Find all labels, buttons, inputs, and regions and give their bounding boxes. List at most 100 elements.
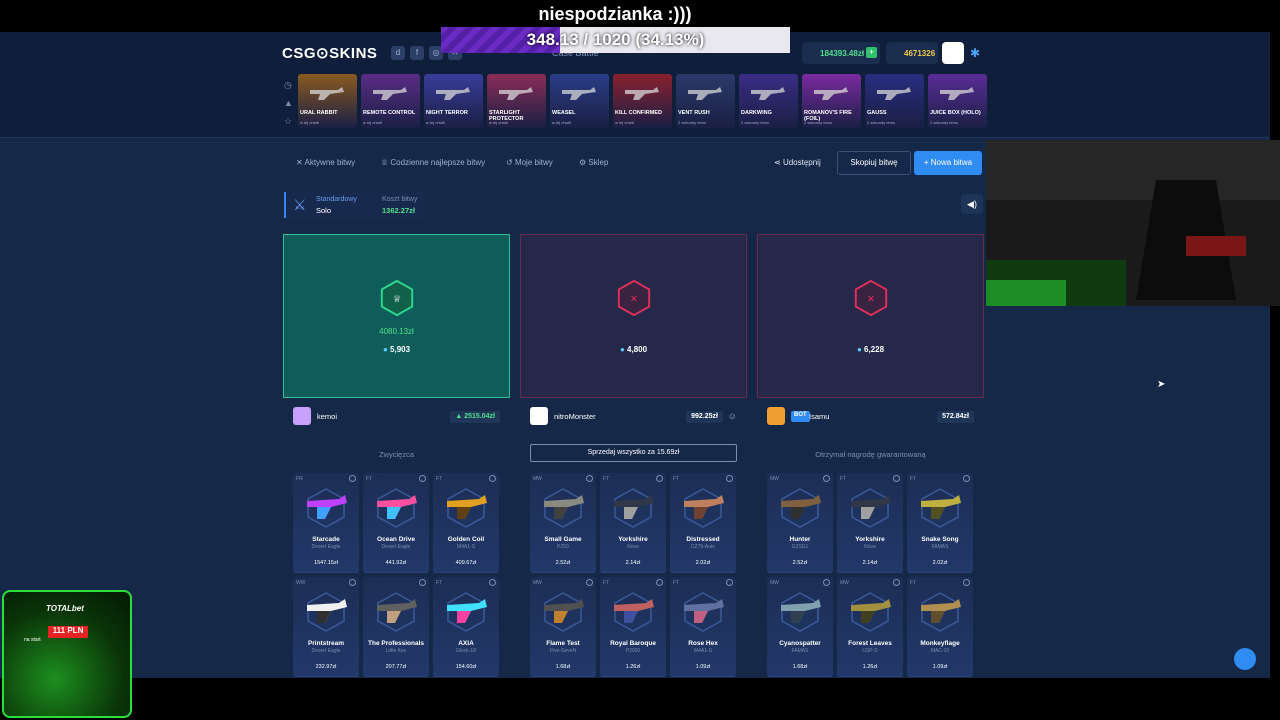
item-image: [307, 488, 347, 528]
totalbet-amount: 111 PLN: [48, 626, 88, 638]
thumb-icon[interactable]: ▲: [284, 94, 294, 112]
item-name: Yorkshire: [618, 536, 648, 543]
item-card[interactable]: MW Small Game P250 2.52zł: [530, 473, 596, 573]
item-weapon: Desert Eagle: [311, 544, 341, 550]
lost-hex-icon: ✕: [617, 279, 651, 317]
item-card[interactable]: FT Snake Song FAMAS 2.02zł: [907, 473, 973, 573]
item-name: Yorkshire: [855, 536, 885, 543]
item-price: 1.68zł: [792, 664, 808, 670]
item-card[interactable]: WW Printstream Desert Eagle 232.97zł: [293, 577, 359, 677]
player-name[interactable]: nitroMonster: [554, 412, 596, 421]
case-card[interactable]: KILL CONFIRMED w tej chwili: [613, 74, 672, 128]
balance-coins[interactable]: 4671326: [886, 42, 938, 64]
player-value: 572.84zł: [937, 411, 974, 423]
copy-battle-button[interactable]: Skopiuj bitwę: [837, 151, 911, 175]
gear-icon[interactable]: ✱: [970, 46, 980, 60]
tab-shop[interactable]: ⚙ Sklep: [579, 158, 608, 167]
live-drops-strip: URAL RABBIT w tej chwili REMOTE CONTROL w t…: [298, 74, 988, 128]
item-price: 1.26zł: [625, 664, 641, 670]
discord-icon[interactable]: d: [391, 46, 405, 60]
trophy-hex-icon: ♕: [380, 279, 414, 317]
select-checkbox[interactable]: [489, 579, 496, 586]
item-card[interactable]: FT Yorkshire Nova 2.14zł: [600, 473, 666, 573]
case-card[interactable]: JUICE BOX (HOLO) 2 sekundy temu: [928, 74, 987, 128]
item-card[interactable]: MW Hunter G3SG1 2.52zł: [767, 473, 833, 573]
select-checkbox[interactable]: [656, 579, 663, 586]
item-card[interactable]: FT AXIA Glock-18 154.60zł: [433, 577, 499, 677]
case-time: 2 sekundy temu: [867, 120, 896, 125]
avatar[interactable]: [293, 407, 311, 425]
item-card[interactable]: The Professionals Little Kev 207.77zł: [363, 577, 429, 677]
item-card[interactable]: FT Rose Hex M4A1-S 1.09zł: [670, 577, 736, 677]
item-card[interactable]: MW Forest Leaves USP-S 1.26zł: [837, 577, 903, 677]
deposit-plus-button[interactable]: +: [866, 47, 877, 58]
item-card[interactable]: MW Flame Test Five-SeveN 1.68zł: [530, 577, 596, 677]
case-card[interactable]: STARLIGHT PROTECTOR w tej chwili: [487, 74, 546, 128]
select-checkbox[interactable]: [419, 475, 426, 482]
tab-daily-best[interactable]: ♕ Codzienne najlepsze bitwy: [381, 158, 485, 167]
select-checkbox[interactable]: [893, 475, 900, 482]
case-time: w tej chwili: [615, 120, 635, 125]
case-card[interactable]: GAUSS 2 sekundy temu: [865, 74, 924, 128]
select-checkbox[interactable]: [586, 475, 593, 482]
select-checkbox[interactable]: [963, 475, 970, 482]
select-checkbox[interactable]: [963, 579, 970, 586]
item-card[interactable]: FT Monkeyflage MAC-10 1.09zł: [907, 577, 973, 677]
facebook-icon[interactable]: f: [410, 46, 424, 60]
item-price: 2.02zł: [932, 560, 948, 566]
item-card[interactable]: FT Golden Coil M4A1-S 409.67zł: [433, 473, 499, 573]
avatar[interactable]: [530, 407, 548, 425]
item-card[interactable]: FT Yorkshire Nova 2.14zł: [837, 473, 903, 573]
item-card[interactable]: FT Ocean Drive Desert Eagle 441.92zł: [363, 473, 429, 573]
case-card[interactable]: VENT RUSH 2 sekundy temu: [676, 74, 735, 128]
select-checkbox[interactable]: [823, 579, 830, 586]
select-checkbox[interactable]: [656, 475, 663, 482]
sound-toggle-button[interactable]: ◀): [961, 194, 983, 214]
case-card[interactable]: WEASEL w tej chwili: [550, 74, 609, 128]
select-checkbox[interactable]: [726, 475, 733, 482]
tab-active-battles[interactable]: ✕ Aktywne bitwy: [296, 158, 355, 167]
player-2-row: nitroMonster 992.25zł ☺: [520, 402, 747, 430]
select-checkbox[interactable]: [586, 579, 593, 586]
select-checkbox[interactable]: [419, 579, 426, 586]
new-battle-button[interactable]: + Nowa bitwa: [914, 151, 982, 175]
select-checkbox[interactable]: [489, 475, 496, 482]
select-checkbox[interactable]: [823, 475, 830, 482]
wear-badge: WW: [296, 580, 306, 586]
star-icon[interactable]: ☆: [284, 112, 294, 130]
user-avatar[interactable]: [942, 42, 964, 64]
item-card[interactable]: MW Cyanospatter FAMAS 1.68zł: [767, 577, 833, 677]
site-logo[interactable]: CSG⊙SKINS: [282, 44, 377, 62]
stream-goal-progress: 348.13 / 1020 (34.13%): [441, 27, 790, 53]
item-price: 1.09zł: [932, 664, 948, 670]
clock-icon[interactable]: ◷: [284, 76, 294, 94]
select-checkbox[interactable]: [726, 579, 733, 586]
gem-icon: ●: [382, 345, 391, 354]
select-checkbox[interactable]: [349, 579, 356, 586]
item-card[interactable]: FT Royal Baroque P2000 1.26zł: [600, 577, 666, 677]
smile-icon[interactable]: ☺: [728, 411, 737, 421]
item-card[interactable]: FN Starcade Desert Eagle 1547.15zł: [293, 473, 359, 573]
svg-text:✕: ✕: [630, 294, 638, 305]
case-card[interactable]: DARKWING 2 sekundy temu: [739, 74, 798, 128]
sell-all-button[interactable]: Sprzedaj wszystko za 15.69zł: [530, 444, 737, 462]
case-card[interactable]: NIGHT TERROR w tej chwili: [424, 74, 483, 128]
item-weapon: Nova: [864, 544, 876, 550]
case-card[interactable]: ROMANOV'S FIRE (FOIL) 2 sekundy temu: [802, 74, 861, 128]
share-button[interactable]: ⋖ Udostępnij: [774, 158, 821, 167]
player-name[interactable]: Isamu: [809, 412, 829, 421]
player-name[interactable]: kemoi: [317, 412, 337, 421]
select-checkbox[interactable]: [893, 579, 900, 586]
case-card[interactable]: REMOTE CONTROL w tej chwili: [361, 74, 420, 128]
chat-bubble-button[interactable]: [1234, 648, 1256, 670]
case-name: KILL CONFIRMED: [615, 110, 662, 116]
item-card[interactable]: FT Distressed CZ75-Auto 2.02zł: [670, 473, 736, 573]
tab-my-battles[interactable]: ↺ Moje bitwy: [506, 158, 553, 167]
avatar[interactable]: [767, 407, 785, 425]
case-name: REMOTE CONTROL: [363, 110, 416, 116]
wear-badge: FT: [673, 476, 680, 482]
stream-bottom-bar: [0, 678, 1280, 720]
case-weapon-image: [499, 87, 533, 100]
select-checkbox[interactable]: [349, 475, 356, 482]
case-card[interactable]: URAL RABBIT w tej chwili: [298, 74, 357, 128]
